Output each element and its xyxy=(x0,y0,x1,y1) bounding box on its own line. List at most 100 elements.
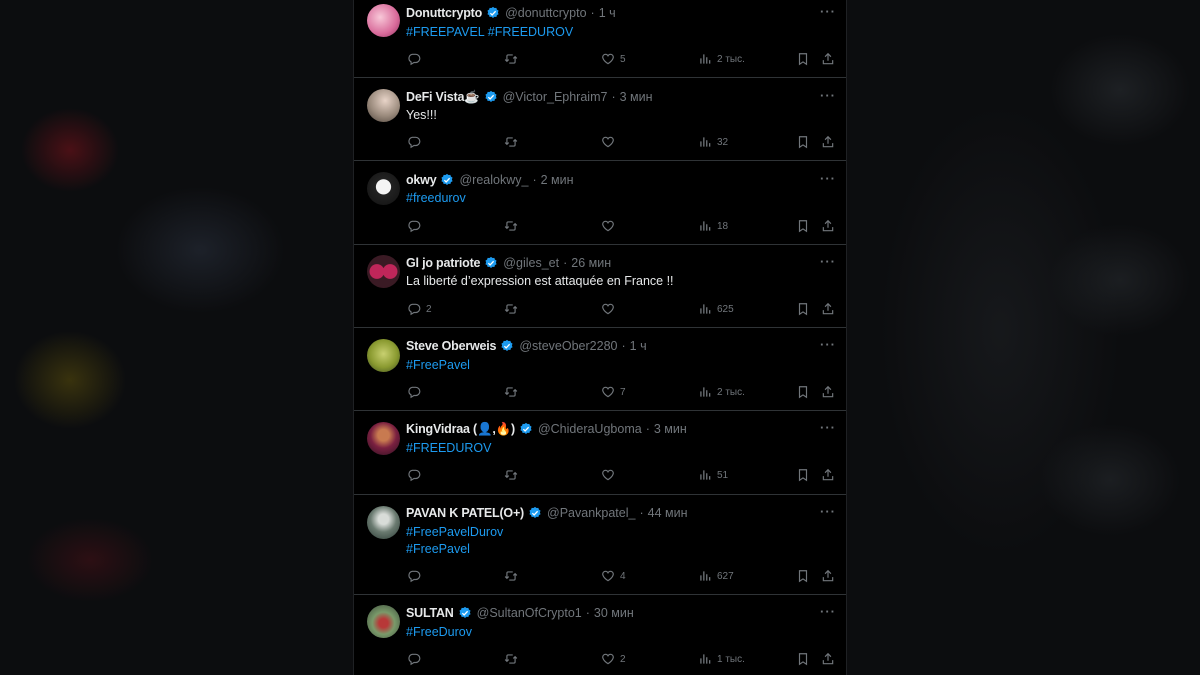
reply-button[interactable] xyxy=(407,218,426,234)
share-button[interactable] xyxy=(821,301,835,317)
bookmark-button[interactable] xyxy=(796,651,810,667)
share-button[interactable] xyxy=(821,51,835,67)
like-button[interactable]: 4 xyxy=(601,568,626,584)
display-name[interactable]: Steve Oberweis xyxy=(406,337,497,355)
timestamp[interactable]: 3 мин xyxy=(620,88,653,106)
tweet[interactable]: Steve Oberweis @steveOber2280 · 1 ч ··· … xyxy=(354,328,846,411)
tweet[interactable]: Donuttcrypto @donuttcrypto · 1 ч ··· #FR… xyxy=(354,0,846,78)
tweet[interactable]: Gl jo patriote @giles_et · 26 мин ··· La… xyxy=(354,245,846,328)
tweet-text-line[interactable]: #FreePavel xyxy=(406,541,470,557)
like-button[interactable] xyxy=(601,467,620,483)
retweet-button[interactable] xyxy=(504,51,523,67)
tweet-text[interactable]: #FreePavel xyxy=(406,357,470,373)
retweet-button[interactable] xyxy=(504,301,523,317)
like-button[interactable] xyxy=(601,301,620,317)
retweet-button[interactable] xyxy=(504,218,523,234)
tweet[interactable]: okwy @realokwy_ · 2 мин ··· #freedurov 1… xyxy=(354,161,846,245)
retweet-button[interactable] xyxy=(504,568,523,584)
handle[interactable]: @donuttcrypto xyxy=(505,4,586,22)
avatar[interactable] xyxy=(367,255,400,288)
timestamp[interactable]: 30 мин xyxy=(594,604,634,622)
retweet-button[interactable] xyxy=(504,134,523,150)
display-name[interactable]: SULTAN xyxy=(406,604,454,622)
like-button[interactable]: 5 xyxy=(601,51,626,67)
handle[interactable]: @ChideraUgboma xyxy=(538,420,642,438)
share-button[interactable] xyxy=(821,467,835,483)
retweet-button[interactable] xyxy=(504,384,523,400)
bookmark-button[interactable] xyxy=(796,568,810,584)
reply-button[interactable] xyxy=(407,467,426,483)
avatar[interactable] xyxy=(367,172,400,205)
reply-button[interactable]: 2 xyxy=(407,301,432,317)
avatar[interactable] xyxy=(367,506,400,539)
timestamp[interactable]: 44 мин xyxy=(648,504,688,522)
views-button[interactable]: 18 xyxy=(698,218,728,234)
share-button[interactable] xyxy=(821,568,835,584)
avatar[interactable] xyxy=(367,422,400,455)
like-button[interactable]: 2 xyxy=(601,651,626,667)
retweet-button[interactable] xyxy=(504,467,523,483)
display-name[interactable]: Donuttcrypto xyxy=(406,4,482,22)
views-button[interactable]: 627 xyxy=(698,568,734,584)
tweet-feed[interactable]: Donuttcrypto @donuttcrypto · 1 ч ··· #FR… xyxy=(353,0,847,675)
like-button[interactable] xyxy=(601,134,620,150)
handle[interactable]: @SultanOfCrypto1 xyxy=(477,604,582,622)
handle[interactable]: @steveOber2280 xyxy=(519,337,617,355)
tweet[interactable]: KingVidraa (👤,🔥) @ChideraUgboma · 3 мин … xyxy=(354,411,846,495)
display-name[interactable]: PAVAN K PATEL(O+) xyxy=(406,504,524,522)
handle[interactable]: @giles_et xyxy=(503,254,559,272)
timestamp[interactable]: 1 ч xyxy=(630,337,647,355)
avatar[interactable] xyxy=(367,605,400,638)
tweet[interactable]: DeFi Vista☕ @Victor_Ephraim7 · 3 мин ···… xyxy=(354,78,846,161)
share-button[interactable] xyxy=(821,134,835,150)
display-name[interactable]: KingVidraa (👤,🔥) xyxy=(406,420,515,438)
handle[interactable]: @realokwy_ xyxy=(459,171,528,189)
more-options-icon[interactable]: ··· xyxy=(820,4,836,19)
bookmark-button[interactable] xyxy=(796,384,810,400)
share-button[interactable] xyxy=(821,218,835,234)
tweet[interactable]: SULTAN @SultanOfCrypto1 · 30 мин ··· #Fr… xyxy=(354,595,846,675)
more-options-icon[interactable]: ··· xyxy=(820,88,836,103)
bookmark-button[interactable] xyxy=(796,301,810,317)
tweet-text[interactable]: #freedurov xyxy=(406,190,466,206)
handle[interactable]: @Pavankpatel_ xyxy=(547,504,635,522)
tweet-text[interactable]: #FREEPAVEL #FREEDUROV xyxy=(406,24,573,40)
display-name[interactable]: okwy xyxy=(406,171,437,189)
avatar[interactable] xyxy=(367,339,400,372)
bookmark-button[interactable] xyxy=(796,467,810,483)
more-options-icon[interactable]: ··· xyxy=(820,504,836,519)
views-button[interactable]: 32 xyxy=(698,134,728,150)
views-button[interactable]: 2 тыс. xyxy=(698,384,745,400)
reply-button[interactable] xyxy=(407,384,426,400)
more-options-icon[interactable]: ··· xyxy=(820,171,836,186)
views-button[interactable]: 51 xyxy=(698,467,728,483)
bookmark-button[interactable] xyxy=(796,134,810,150)
timestamp[interactable]: 26 мин xyxy=(571,254,611,272)
share-button[interactable] xyxy=(821,384,835,400)
more-options-icon[interactable]: ··· xyxy=(820,254,836,269)
avatar[interactable] xyxy=(367,4,400,37)
timestamp[interactable]: 3 мин xyxy=(654,420,687,438)
tweet-text[interactable]: La liberté d’expression est attaquée en … xyxy=(406,273,674,289)
more-options-icon[interactable]: ··· xyxy=(820,420,836,435)
tweet-text[interactable]: Yes!!! xyxy=(406,107,437,123)
like-button[interactable] xyxy=(601,218,620,234)
handle[interactable]: @Victor_Ephraim7 xyxy=(503,88,608,106)
reply-button[interactable] xyxy=(407,51,426,67)
views-button[interactable]: 625 xyxy=(698,301,734,317)
reply-button[interactable] xyxy=(407,134,426,150)
tweet-text[interactable]: #FreeDurov xyxy=(406,624,472,640)
avatar[interactable] xyxy=(367,89,400,122)
reply-button[interactable] xyxy=(407,651,426,667)
more-options-icon[interactable]: ··· xyxy=(820,337,836,352)
timestamp[interactable]: 2 мин xyxy=(541,171,574,189)
tweet-text[interactable]: #FREEDUROV xyxy=(406,440,491,456)
share-button[interactable] xyxy=(821,651,835,667)
like-button[interactable]: 7 xyxy=(601,384,626,400)
retweet-button[interactable] xyxy=(504,651,523,667)
bookmark-button[interactable] xyxy=(796,218,810,234)
tweet[interactable]: PAVAN K PATEL(O+) @Pavankpatel_ · 44 мин… xyxy=(354,495,846,595)
display-name[interactable]: DeFi Vista☕ xyxy=(406,88,480,106)
more-options-icon[interactable]: ··· xyxy=(820,604,836,619)
bookmark-button[interactable] xyxy=(796,51,810,67)
